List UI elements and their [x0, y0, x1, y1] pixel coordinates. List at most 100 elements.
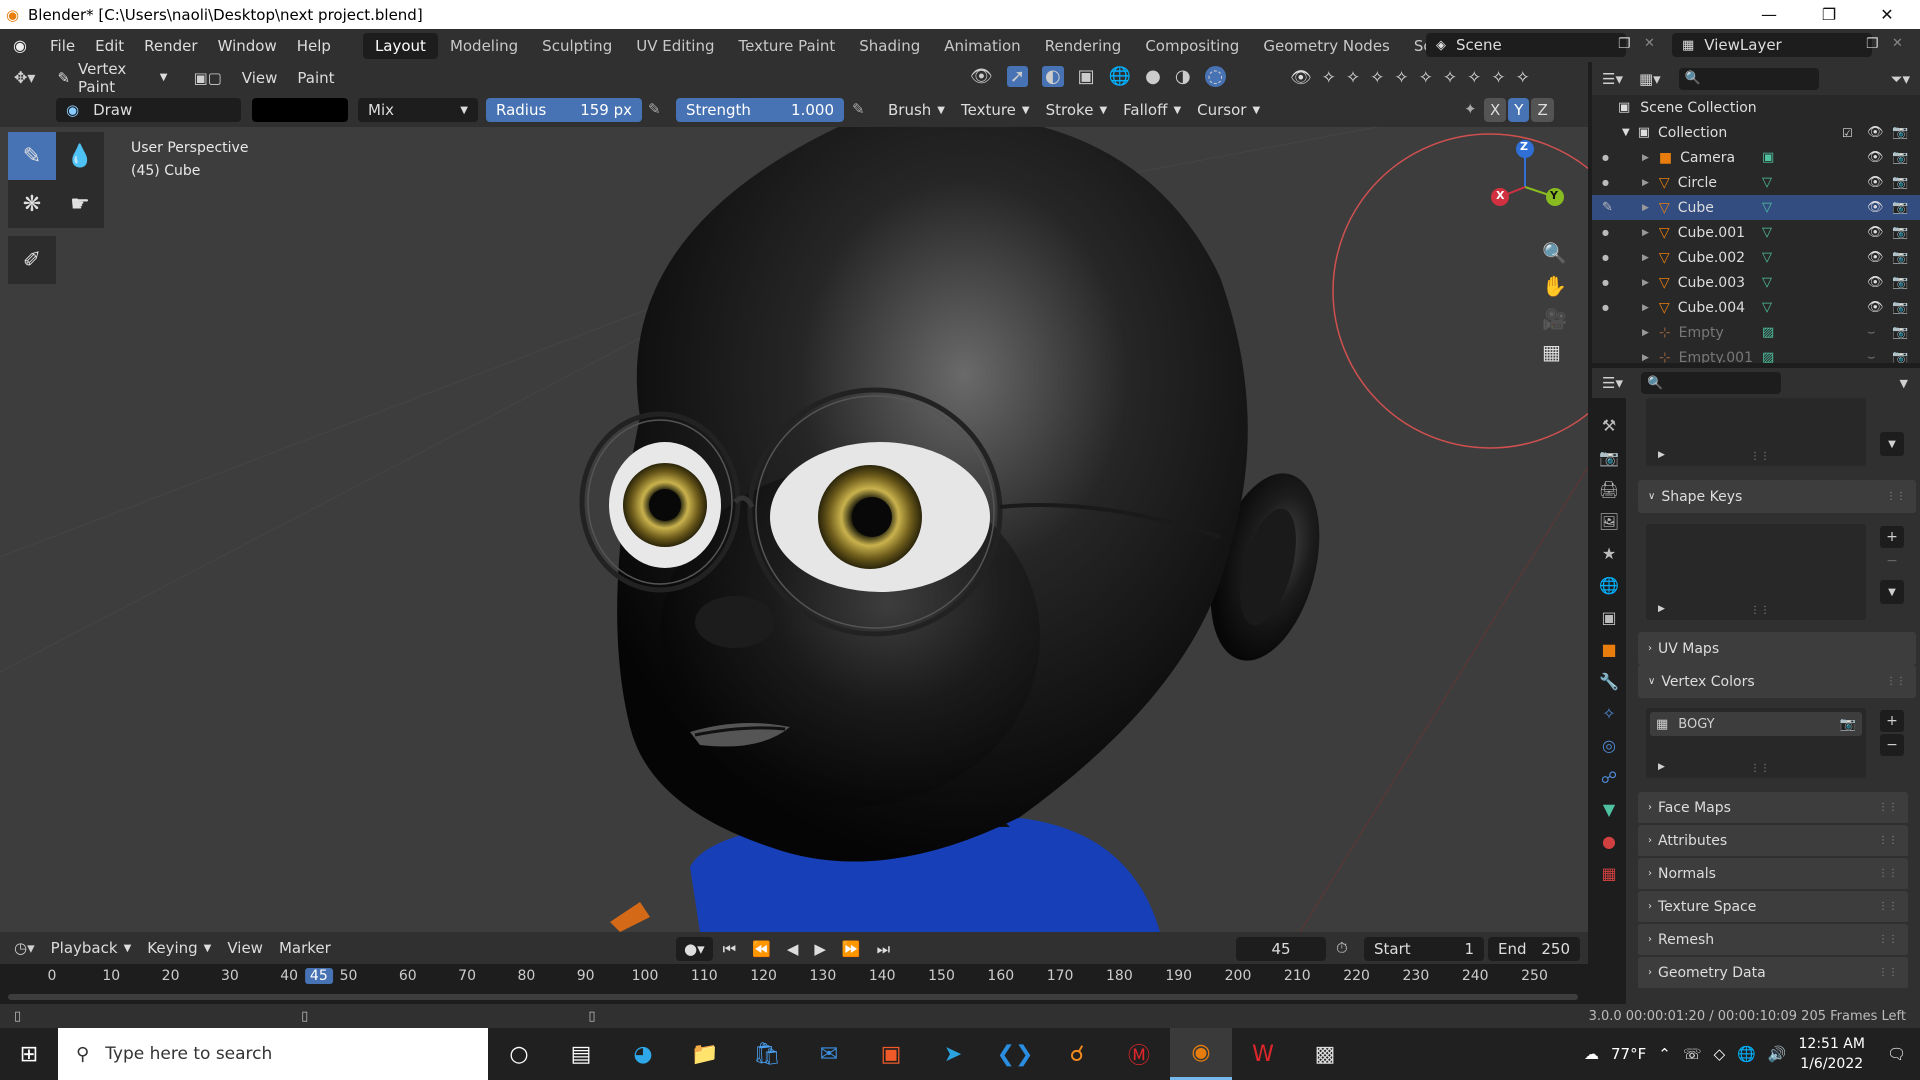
view-layer-tab-icon[interactable]: 🖼: [1599, 512, 1619, 531]
add-shape-key-button[interactable]: +: [1880, 526, 1904, 548]
uv-maps-panel-header[interactable]: › UV Maps: [1638, 632, 1916, 665]
expand-arrow-icon[interactable]: ▶: [1642, 253, 1649, 263]
zoom-icon[interactable]: 🔍: [1542, 241, 1567, 265]
strength-pressure-icon[interactable]: ✎: [852, 100, 865, 118]
ime-icon[interactable]: ◇: [1714, 1045, 1726, 1063]
timeline-scrollbar[interactable]: [8, 994, 1578, 1000]
cursor-dropdown[interactable]: Cursor ▼: [1189, 98, 1268, 122]
blur-tool-button[interactable]: 💧: [56, 132, 104, 180]
remove-shape-key-button[interactable]: −: [1880, 550, 1904, 572]
wireframe-shading-icon[interactable]: 🌐: [1109, 66, 1131, 87]
tab-sculpting[interactable]: Sculpting: [530, 33, 624, 59]
terminal-icon[interactable]: ▩: [1294, 1028, 1356, 1080]
drag-handle-icon[interactable]: ⋮⋮: [1886, 676, 1906, 687]
drag-handle-icon[interactable]: ⋮⋮: [1878, 868, 1898, 879]
search-app-icon[interactable]: ☌: [1046, 1028, 1108, 1080]
filter-icon[interactable]: ⏷▾: [1890, 70, 1910, 88]
telegram-icon[interactable]: ➤: [922, 1028, 984, 1080]
tool-tab-icon[interactable]: ⚒: [1602, 416, 1616, 435]
lock-icon-2[interactable]: ✧: [1346, 68, 1360, 88]
outliner-item[interactable]: ● ▶ ▽ Cube.003 ▽ 👁 📷: [1592, 270, 1920, 295]
collapsed-panel-header[interactable]: › Remesh ⋮⋮: [1638, 924, 1908, 957]
visibility-icon[interactable]: 👁: [970, 66, 993, 87]
tab-uv-editing[interactable]: UV Editing: [624, 33, 726, 59]
navigation-gizmo[interactable]: Z Y X: [1480, 137, 1570, 247]
menu-help[interactable]: Help: [287, 37, 341, 55]
object-data-icon[interactable]: ▽: [1762, 300, 1772, 315]
camera-render-icon[interactable]: 📷: [1892, 300, 1908, 315]
outliner-item[interactable]: ● ▶ ▽ Cube.004 ▽ 👁 📷: [1592, 295, 1920, 320]
material-shading-icon[interactable]: ◑: [1175, 66, 1191, 87]
outliner-scene-collection[interactable]: ▣ Scene Collection: [1592, 95, 1920, 120]
cortana-icon[interactable]: ○: [488, 1028, 550, 1080]
eye-icon[interactable]: 👁: [1867, 225, 1884, 240]
display-mode-icon[interactable]: ▦▾: [1631, 70, 1669, 88]
expand-arrow-icon[interactable]: ▶: [1642, 303, 1649, 313]
task-view-icon[interactable]: ▤: [550, 1028, 612, 1080]
end-frame-field[interactable]: End 250: [1488, 937, 1580, 961]
tab-rendering[interactable]: Rendering: [1033, 33, 1134, 59]
physics-tab-icon[interactable]: ◎: [1602, 736, 1616, 755]
keying-menu[interactable]: Keying ▼: [139, 939, 219, 957]
timeline-editor-icon[interactable]: ◷▾: [0, 939, 43, 957]
outliner-item[interactable]: ▶ ⊹ Empty ▨ ⌣ 📷: [1592, 320, 1920, 345]
properties-editor-icon[interactable]: ☰▾: [1592, 374, 1631, 392]
camera-render-icon[interactable]: 📷: [1892, 200, 1908, 215]
tab-texture-paint[interactable]: Texture Paint: [726, 33, 847, 59]
strength-slider[interactable]: Strength 1.000: [676, 98, 844, 122]
blend-mode-selector[interactable]: Mix ▼: [358, 98, 478, 122]
menu-view[interactable]: View: [232, 69, 288, 87]
outliner-search[interactable]: 🔍: [1678, 67, 1819, 90]
eye-icon[interactable]: 👁: [1867, 150, 1884, 165]
vertex-color-item[interactable]: ▦ BOGY 📷: [1650, 712, 1862, 736]
drag-handle-icon[interactable]: ⋮⋮: [1878, 967, 1898, 978]
vertex-colors-panel-header[interactable]: ∨ Vertex Colors ⋮⋮: [1638, 665, 1916, 698]
outliner-item[interactable]: ● ▶ ▽ Circle ▽ 👁 📷: [1592, 170, 1920, 195]
stopwatch-icon[interactable]: ⏱: [1336, 939, 1348, 957]
mode-indicator-icon[interactable]: ✎: [1602, 200, 1613, 215]
mode-indicator-icon[interactable]: ●: [1602, 278, 1609, 287]
restore-button[interactable]: ❐: [1806, 0, 1852, 29]
axis-x-toggle[interactable]: X: [1484, 98, 1507, 122]
volume-icon[interactable]: 🔊: [1768, 1045, 1787, 1063]
shape-keys-panel-header[interactable]: ∨ Shape Keys ⋮⋮: [1638, 480, 1916, 513]
mail-icon[interactable]: ✉: [798, 1028, 860, 1080]
collapsed-panel-header[interactable]: › Normals ⋮⋮: [1638, 858, 1908, 891]
add-vertex-color-button[interactable]: +: [1880, 710, 1904, 732]
rendered-shading-icon[interactable]: ◌: [1204, 66, 1227, 87]
overlay-toggle-icon[interactable]: ◐: [1041, 66, 1064, 87]
app-orange-icon[interactable]: ▣: [860, 1028, 922, 1080]
collapsed-panel-header[interactable]: › Geometry Data ⋮⋮: [1638, 957, 1908, 990]
lock-icon-9[interactable]: ✧: [1516, 68, 1530, 88]
taskbar-search[interactable]: ⚲ Type here to search: [58, 1028, 488, 1080]
lock-icon-4[interactable]: ✧: [1394, 68, 1408, 88]
mode-indicator-icon[interactable]: ●: [1602, 178, 1609, 187]
meet-icon[interactable]: ☏: [1683, 1045, 1702, 1063]
drag-handle-icon[interactable]: ⋮⋮: [1886, 491, 1906, 502]
edge-icon[interactable]: ◕: [612, 1028, 674, 1080]
falloff-dropdown[interactable]: Falloff ▼: [1115, 98, 1189, 122]
vertex-groups-list[interactable]: ▶ ⋮⋮: [1646, 398, 1866, 466]
object-data-icon[interactable]: ▣: [1762, 150, 1774, 165]
prev-keyframe-icon[interactable]: ⏪: [746, 937, 777, 961]
expand-arrow-icon[interactable]: ▶: [1642, 328, 1649, 338]
brush-selector[interactable]: ◉ Draw: [56, 98, 241, 122]
network-icon[interactable]: 🌐: [1737, 1045, 1756, 1063]
eye-icon[interactable]: 👁: [1867, 300, 1884, 315]
lock-icon-1[interactable]: ✧: [1322, 68, 1336, 88]
smear-tool-button[interactable]: ☛: [56, 180, 104, 228]
lock-icon-6[interactable]: ✧: [1443, 68, 1457, 88]
menu-window[interactable]: Window: [208, 37, 287, 55]
annotate-tool-button[interactable]: ✐: [8, 236, 56, 284]
blender-taskbar-icon[interactable]: ◉: [1170, 1028, 1232, 1080]
minimize-button[interactable]: —: [1746, 0, 1792, 29]
chevron-down-icon[interactable]: ▼: [1880, 432, 1904, 456]
play-icon[interactable]: ▶: [808, 937, 832, 961]
ortho-grid-icon[interactable]: ▦: [1542, 340, 1567, 364]
outliner-collection[interactable]: ▼ ▣ Collection ☑ 👁 📷: [1592, 120, 1920, 145]
menu-file[interactable]: File: [40, 37, 85, 55]
vertex-colors-list[interactable]: ▦ BOGY 📷 ▶ ⋮⋮: [1646, 708, 1866, 778]
camera-render-icon[interactable]: 📷: [1892, 175, 1908, 190]
lock-icon-3[interactable]: ✧: [1370, 68, 1384, 88]
xray-icon[interactable]: ▣: [1078, 66, 1095, 87]
